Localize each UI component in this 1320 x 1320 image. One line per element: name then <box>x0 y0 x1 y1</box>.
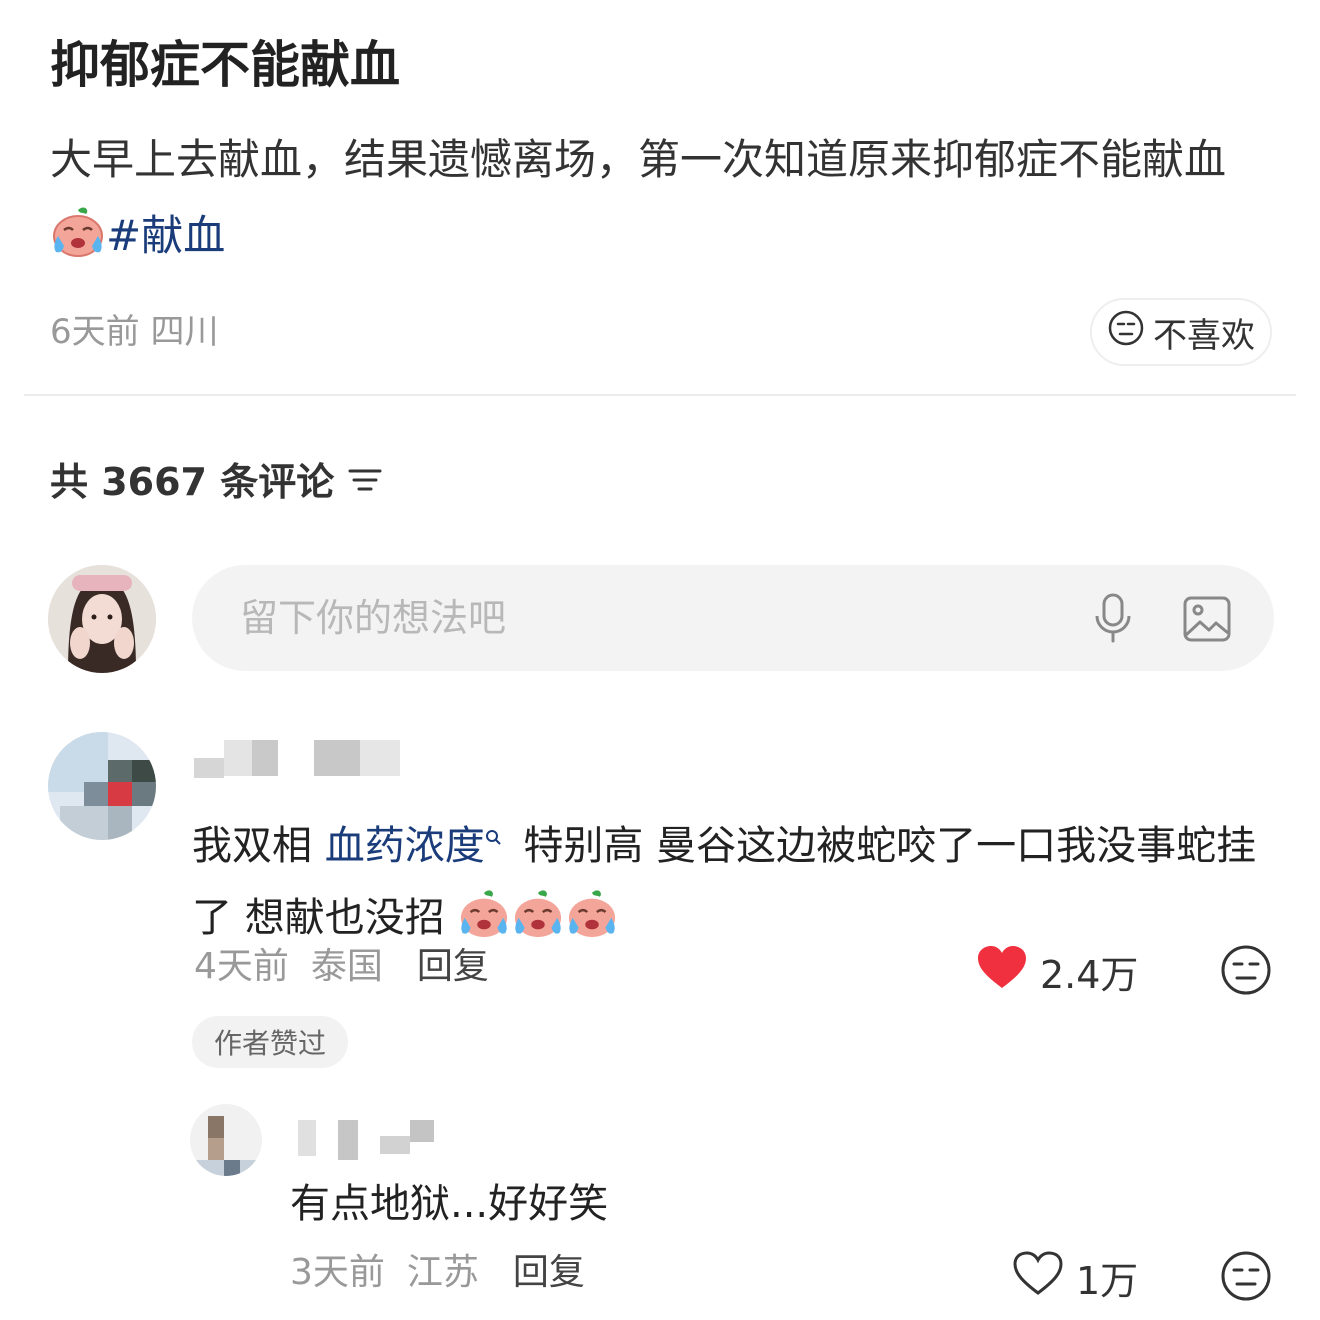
comment-meta: 4天前 泰国 回复 <box>194 944 489 990</box>
reply-meta: 3天前 江苏 回复 <box>290 1250 585 1296</box>
post-title: 抑郁症不能献血 <box>50 36 400 94</box>
comment-avatar[interactable] <box>48 732 156 840</box>
reply-button[interactable]: 回复 <box>513 1250 585 1296</box>
post-meta: 6天前 四川 <box>50 310 218 354</box>
post-body: 大早上去献血，结果遗憾离场，第一次知道原来抑郁症不能献血 #献血 <box>50 122 1270 282</box>
post-body-text: 大早上去献血，结果遗憾离场，第一次知道原来抑郁症不能献血 <box>50 135 1227 184</box>
dislike-face-icon[interactable] <box>1220 944 1272 1000</box>
dislike-label: 不喜欢 <box>1153 315 1255 356</box>
keyword-search-link[interactable]: 血药浓度 <box>325 823 485 869</box>
comment-username-blurred[interactable] <box>194 740 400 778</box>
author-liked-badge: 作者赞过 <box>192 1016 348 1068</box>
like-count: 2.4万 <box>1040 953 1139 997</box>
sort-icon[interactable] <box>348 456 382 508</box>
comment-location: 泰国 <box>310 946 383 987</box>
dislike-face-icon[interactable] <box>1220 1250 1272 1306</box>
comment-time: 4天前 <box>194 946 289 987</box>
reply-avatar[interactable] <box>190 1104 262 1176</box>
heart-filled-icon <box>976 944 1028 999</box>
meh-face-icon <box>1107 309 1145 356</box>
crying-emoji-icon <box>50 206 106 282</box>
reply-location: 江苏 <box>406 1252 479 1293</box>
comment-text-part: 我双相 <box>192 823 325 869</box>
comment-input[interactable]: 留下你的想法吧 <box>192 565 1274 671</box>
reply-text: 有点地狱...好好笑 <box>290 1181 609 1227</box>
heart-outline-icon <box>1012 1250 1064 1305</box>
post-time: 6天前 <box>50 312 140 352</box>
comment-text: 我双相 血药浓度 特别高 曼谷这边被蛇咬了一口我没事蛇挂了 想献也没招 <box>192 796 1272 962</box>
comment-count-header[interactable]: 共 3667 条评论 <box>50 456 382 508</box>
crying-emoji-icon <box>565 889 619 962</box>
divider <box>24 394 1296 396</box>
search-icon[interactable] <box>485 796 501 868</box>
microphone-icon[interactable] <box>1090 592 1136 648</box>
reply-time: 3天前 <box>290 1252 385 1293</box>
comment-input-placeholder: 留下你的想法吧 <box>240 596 507 640</box>
comment-count-label: 共 3667 条评论 <box>50 460 335 504</box>
post-location: 四川 <box>150 312 219 352</box>
reply-button[interactable]: 回复 <box>417 944 489 990</box>
my-avatar[interactable] <box>48 565 156 673</box>
dislike-button[interactable]: 不喜欢 <box>1090 298 1272 366</box>
like-button[interactable]: 2.4万 <box>976 944 1138 999</box>
reply-username-blurred[interactable] <box>298 1120 434 1160</box>
crying-emoji-icon <box>511 889 565 962</box>
image-icon[interactable] <box>1182 595 1232 647</box>
like-button[interactable]: 1万 <box>1012 1250 1138 1305</box>
like-count: 1万 <box>1076 1259 1139 1303</box>
hashtag-link[interactable]: #献血 <box>106 211 225 260</box>
